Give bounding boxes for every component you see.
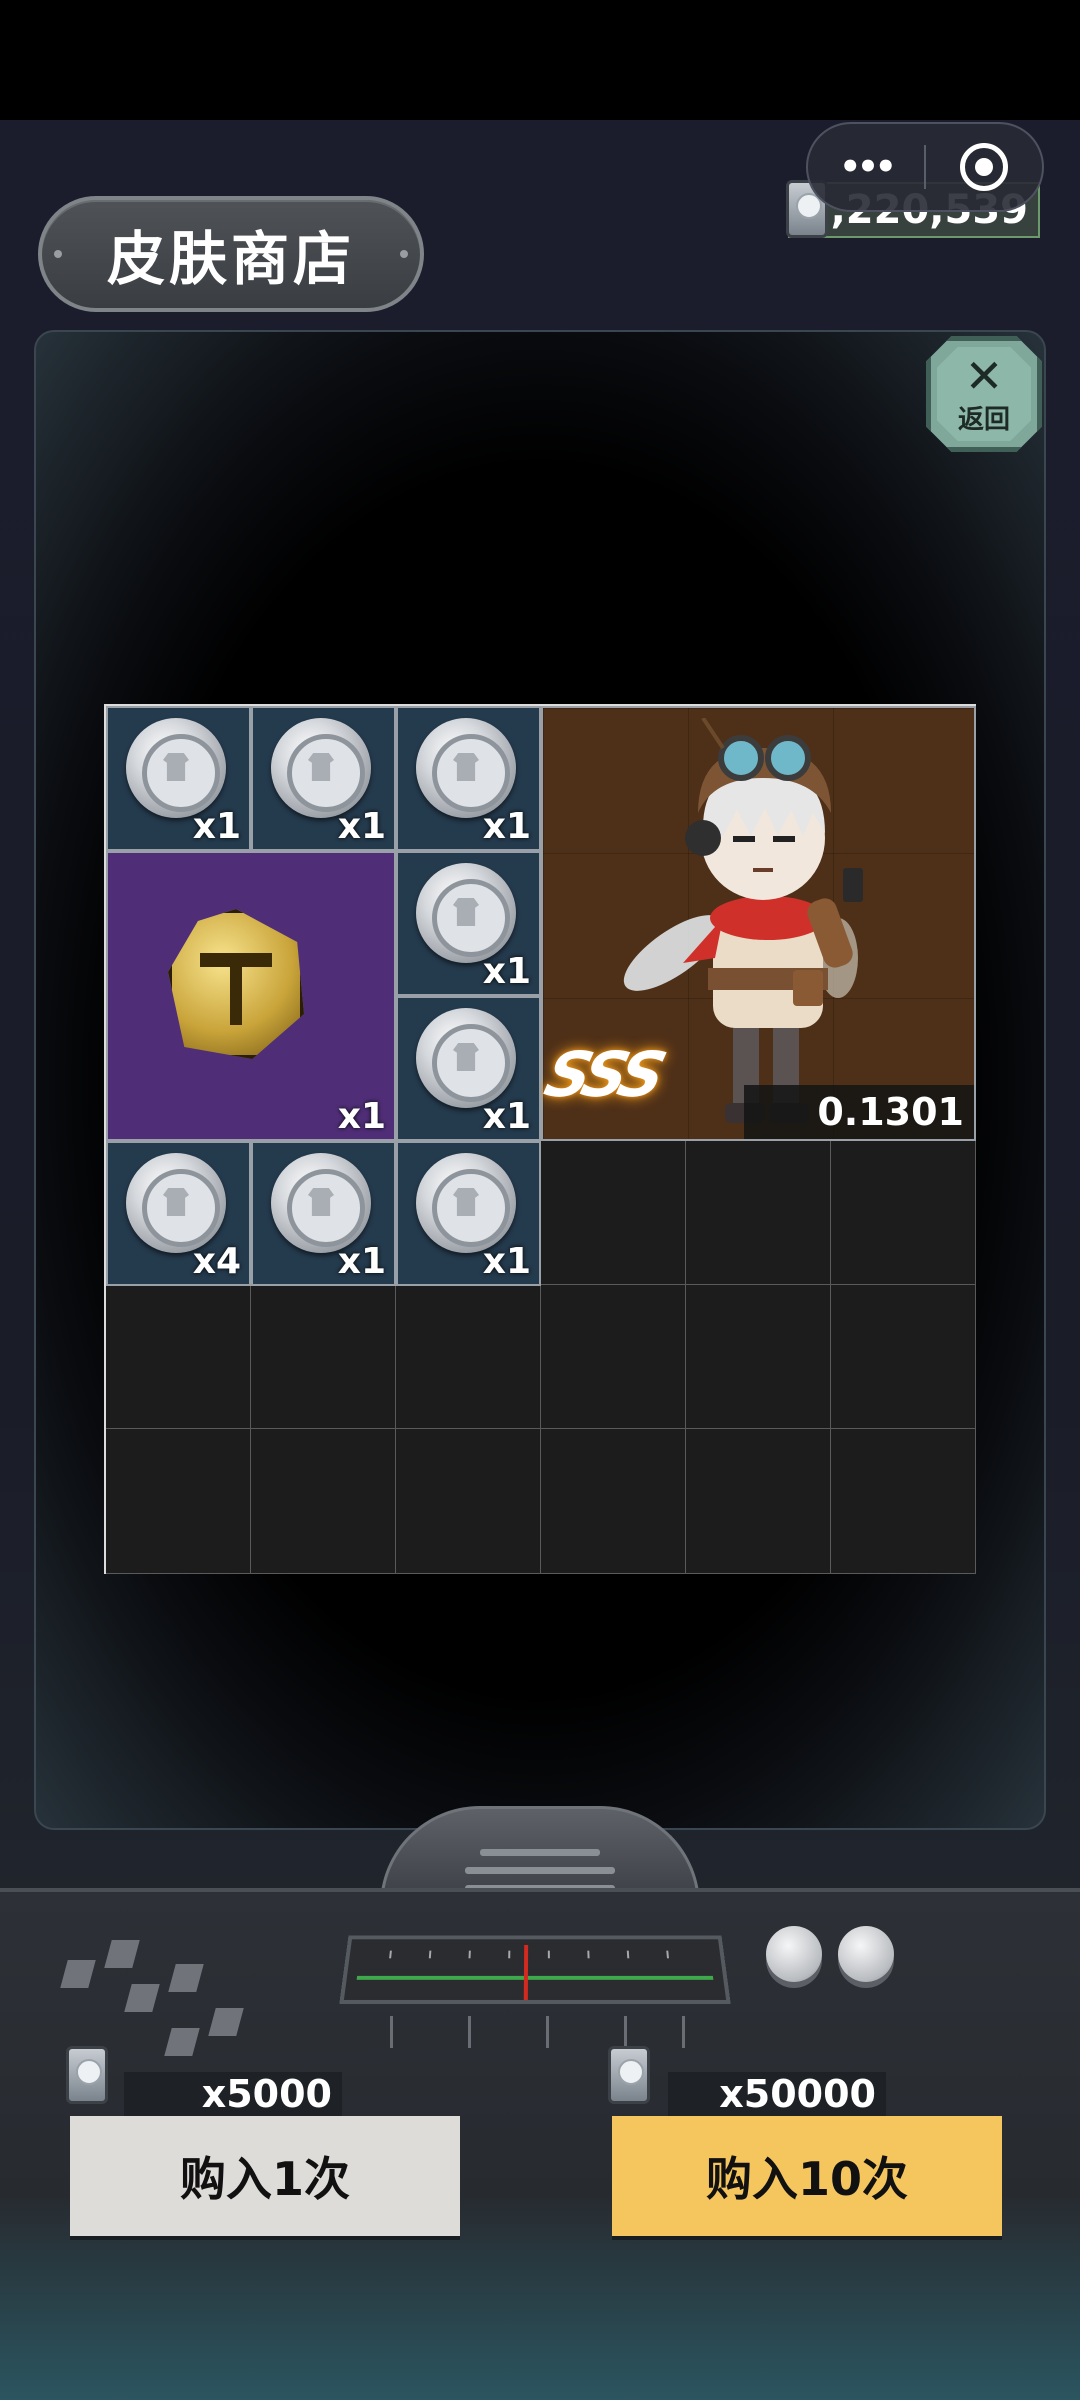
- reward-item-coin[interactable]: x4: [106, 1141, 251, 1286]
- single-price: x5000: [201, 2072, 332, 2116]
- inventory-grid: x1 x1 x1 SSS 0.1301 x1 x1 x1 x4 x1 x1: [104, 704, 976, 1574]
- grid-cell: [541, 1140, 686, 1285]
- reward-item-coin[interactable]: x1: [251, 706, 396, 851]
- buy-ten-label: 购入10次: [705, 2152, 908, 2206]
- reward-item-gold-emblem[interactable]: x1: [106, 851, 396, 1141]
- grid-cell: [541, 1284, 686, 1430]
- knob-right: [838, 1926, 894, 1982]
- drop-rate-label: 0.1301: [744, 1085, 974, 1139]
- buy-once-label: 购入1次: [179, 2152, 350, 2206]
- grid-cell: [831, 1284, 976, 1430]
- rarity-sss-badge: SSS: [537, 1038, 668, 1111]
- item-qty: x1: [337, 806, 386, 847]
- page-title: 皮肤商店: [106, 225, 355, 293]
- knob-left: [766, 1926, 822, 1982]
- more-icon: •••: [839, 147, 896, 187]
- grid-cell: [106, 1429, 251, 1574]
- grid-cell: [396, 1284, 541, 1430]
- reward-item-coin[interactable]: x1: [251, 1141, 396, 1286]
- grid-cell: [831, 1140, 976, 1285]
- grid-cell: [686, 1140, 831, 1285]
- item-qty: x1: [337, 1096, 386, 1137]
- item-qty: x1: [192, 806, 241, 847]
- silver-coin-icon: [416, 1153, 516, 1253]
- item-qty: x1: [482, 806, 531, 847]
- reward-item-coin[interactable]: x1: [396, 996, 541, 1141]
- grid-cell: [396, 1429, 541, 1574]
- gold-hammer-emblem-icon: [168, 909, 304, 1059]
- back-label: 返回: [957, 404, 1010, 435]
- grid-cell: [686, 1429, 831, 1574]
- page-title-pill: 皮肤商店: [38, 196, 424, 312]
- target-circle-icon: [959, 143, 1008, 191]
- silver-coin-icon: [416, 718, 516, 818]
- silver-coin-icon: [271, 718, 371, 818]
- silver-coin-icon: [271, 1153, 371, 1253]
- buy-ten-button[interactable]: 购入10次: [612, 2116, 1002, 2236]
- skin-token-icon: [608, 2046, 650, 2104]
- drop-rate-value: 0.1301: [817, 1090, 964, 1134]
- silver-coin-icon: [416, 863, 516, 963]
- silver-coin-icon: [416, 1008, 516, 1108]
- exit-miniprogram-button[interactable]: [926, 124, 1042, 210]
- meter-green-line: [356, 1975, 714, 1980]
- close-x-icon: ✕: [964, 348, 1004, 403]
- miniprogram-capsule: •••: [806, 122, 1044, 212]
- reward-item-coin[interactable]: x1: [396, 706, 541, 851]
- meter-gauge: [339, 1935, 731, 2005]
- single-price-tag: x5000: [124, 2072, 342, 2116]
- grid-cell: [106, 1284, 251, 1430]
- rivet-left: [54, 250, 62, 258]
- silver-coin-icon: [126, 718, 226, 818]
- grid-cell: [686, 1284, 831, 1430]
- meter-needle: [523, 1944, 529, 2000]
- grid-cell: [831, 1429, 976, 1574]
- item-qty: x1: [482, 1241, 531, 1282]
- reward-item-character-skin[interactable]: SSS 0.1301: [537, 706, 976, 1141]
- status-bar: [0, 0, 1080, 120]
- back-button[interactable]: ✕ 返回: [926, 336, 1042, 452]
- buy-once-button[interactable]: 购入1次: [70, 2116, 460, 2236]
- more-menu-button[interactable]: •••: [808, 124, 924, 210]
- ten-price-tag: x50000: [668, 2072, 886, 2116]
- silver-coin-icon: [126, 1153, 226, 1253]
- item-qty: x1: [482, 951, 531, 992]
- item-qty: x4: [192, 1241, 241, 1282]
- reward-item-coin[interactable]: x1: [396, 851, 541, 996]
- reward-item-coin[interactable]: x1: [106, 706, 251, 851]
- reward-item-coin[interactable]: x1: [396, 1141, 541, 1286]
- grid-cell: [541, 1429, 686, 1574]
- item-qty: x1: [337, 1241, 386, 1282]
- item-qty: x1: [482, 1096, 531, 1137]
- grid-cell: [251, 1284, 396, 1430]
- grid-cell: [251, 1429, 396, 1574]
- rivet-right: [400, 250, 408, 258]
- skin-token-icon: [66, 2046, 108, 2104]
- ten-price: x50000: [719, 2072, 876, 2116]
